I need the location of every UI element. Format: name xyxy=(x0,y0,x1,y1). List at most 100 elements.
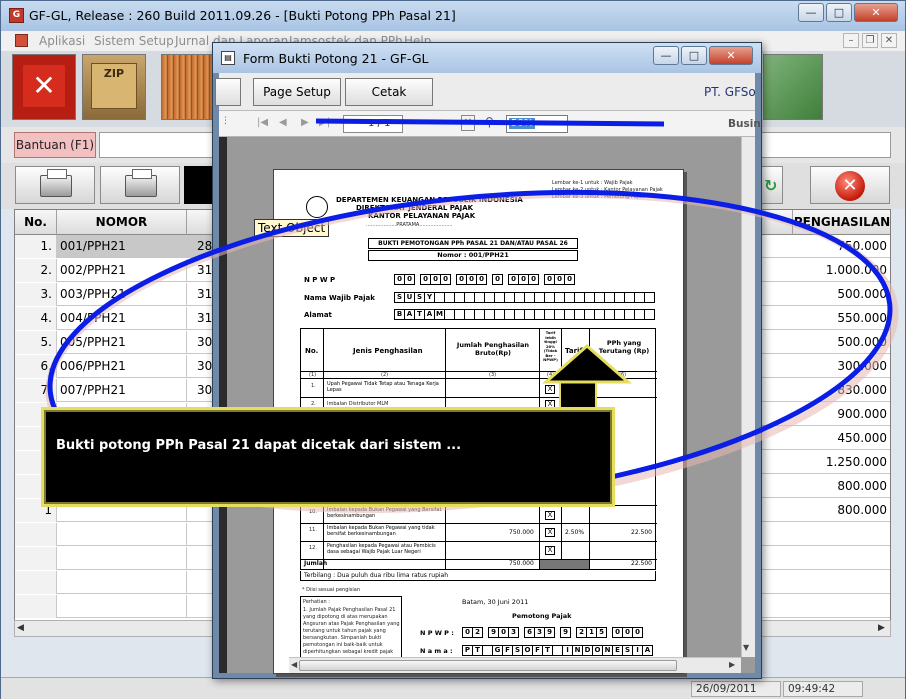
row-nomor-cell: 004/PPH21 xyxy=(57,307,187,330)
close-button[interactable]: ✕ xyxy=(854,3,898,22)
annotation-callout: Bukti potong PPh Pasal 21 dapat dicetak … xyxy=(41,407,615,507)
last-page-icon[interactable]: ▶| xyxy=(319,117,330,128)
cancel-button[interactable]: ✕ xyxy=(810,166,890,204)
page-number-field[interactable]: 1 / 1 xyxy=(343,115,403,133)
row-no-cell: 1. xyxy=(15,235,57,258)
preview-horizontal-scrollbar[interactable]: ◀ ▶ xyxy=(289,657,741,673)
money-tool-button[interactable] xyxy=(763,54,823,120)
page-setup-button[interactable]: Page Setup xyxy=(253,78,341,106)
row-1-check: X xyxy=(545,385,555,394)
lampiran-1: Lembar ke-1 untuk : Wajib Pajak xyxy=(552,180,633,186)
row-11-no: 11. xyxy=(309,527,317,533)
database-tool-button[interactable] xyxy=(161,54,217,120)
form-window-icon: ▤ xyxy=(221,51,235,65)
form-minimize-button[interactable]: — xyxy=(653,46,679,65)
form-button-bar: Page Setup Cetak PT. GFSo xyxy=(215,73,756,111)
print-button[interactable] xyxy=(100,166,180,204)
busin-label: Busin xyxy=(728,118,761,130)
row-nomor-cell: 001/PPH21 xyxy=(57,235,187,258)
menu-sistem-setup[interactable]: Sistem Setup xyxy=(94,34,174,48)
black-button[interactable] xyxy=(184,166,214,204)
char-box: 0 xyxy=(528,274,539,285)
row-10-text: Imbalan kepada Bukan Pegawai yang Bersif… xyxy=(327,507,442,519)
row-11-text: Imbalan kepada Bukan Pegawai yang tidak … xyxy=(327,525,435,537)
char-box: 3 xyxy=(508,627,519,638)
header-penghasilan[interactable]: PENGHASILAN xyxy=(793,210,890,235)
header-no[interactable]: No. xyxy=(15,210,57,235)
hscroll-left-icon[interactable]: ◀ xyxy=(291,660,297,669)
row-penghasilan-cell: 800.000 xyxy=(793,475,890,498)
status-bar: 26/09/2011 09:49:42 xyxy=(1,677,905,699)
col-num-2: (2) xyxy=(381,372,389,378)
jumlah-shaded xyxy=(540,560,589,569)
exit-tool-button[interactable]: ✕ xyxy=(12,54,76,120)
row-nomor-cell: 007/PPH21 xyxy=(57,379,187,402)
form-window: ▤ Form Bukti Potong 21 - GF-GL — □ ✕ Pag… xyxy=(212,42,762,679)
main-title-bar: G GF-GL, Release : 260 Build 2011.09.26 … xyxy=(1,1,905,31)
first-page-icon[interactable]: |◀ xyxy=(257,117,268,128)
prev-page-icon[interactable]: ◀ xyxy=(279,117,287,128)
perhatian-line: 1. Jumlah Pajak Penghasilan Pasal 21 xyxy=(303,607,396,613)
row-penghasilan-cell: 550.000 xyxy=(793,307,890,330)
mdi-minimize-button[interactable]: – xyxy=(843,33,859,48)
tbl-hline-r11 xyxy=(301,523,657,524)
lampiran-2: Lembar ke-2 untuk : Kantor Pelayanan Paj… xyxy=(552,187,663,193)
npwp-pemotong-label: N P W P : xyxy=(420,629,454,637)
header-nomor[interactable]: NOMOR xyxy=(57,210,187,235)
row-no-cell: 5. xyxy=(15,331,57,354)
footnote: * Diisi sesuai pengisian xyxy=(302,587,361,593)
text-object-tooltip: Text Object xyxy=(254,219,330,237)
mdi-doc-icon[interactable] xyxy=(15,34,28,47)
row-nomor-cell xyxy=(57,571,187,594)
report-dirjen: DIREKTORAT JENDERAL PAJAK xyxy=(356,204,474,212)
preview-vertical-scrollbar[interactable]: ▼ xyxy=(741,137,755,657)
tbl-hline-jumlah xyxy=(301,559,657,560)
bantuan-button[interactable]: Bantuan (F1) xyxy=(14,132,96,158)
row-penghasilan-cell: 900.000 xyxy=(793,403,890,426)
binoculars-icon[interactable]: ⚲ xyxy=(485,115,494,129)
window-title: GF-GL, Release : 260 Build 2011.09.26 - … xyxy=(29,8,456,23)
jumlah-label: Jumlah xyxy=(304,560,328,567)
row-penghasilan-cell xyxy=(793,547,890,570)
tree-icon[interactable]: ⋮ xyxy=(221,116,230,130)
perhatian-line: Angsuran atas Pajak Penghasilan yang xyxy=(303,621,400,627)
scroll-left-icon[interactable]: ◀ xyxy=(17,623,24,633)
scroll-right-icon[interactable]: ▶ xyxy=(878,623,885,633)
char-box: 5 xyxy=(596,627,607,638)
col-num-5: (5) xyxy=(571,372,579,378)
close-preview-icon[interactable]: ✕ xyxy=(461,115,475,131)
report-pratama: ...................PRATAMA..............… xyxy=(366,222,453,228)
refresh-button[interactable]: ↻ xyxy=(761,166,783,204)
mdi-restore-button[interactable]: ❐ xyxy=(862,33,878,48)
money-icon xyxy=(764,55,822,119)
form-maximize-button[interactable]: □ xyxy=(681,46,707,65)
hidden-left-button[interactable] xyxy=(215,78,241,106)
form-close-button[interactable]: ✕ xyxy=(709,46,753,65)
scroll-down-icon[interactable]: ▼ xyxy=(743,643,749,652)
report-dept: DEPARTEMEN KEUANGAN REPUBLIK INDONESIA xyxy=(336,196,523,204)
mdi-close-button[interactable]: ✕ xyxy=(881,33,897,48)
row-1-no: 1. xyxy=(311,383,316,389)
print-user-button[interactable] xyxy=(15,166,95,204)
row-10-check: X xyxy=(545,511,555,520)
zip-tool-button[interactable]: ZIP xyxy=(82,54,146,120)
hscroll-right-icon[interactable]: ▶ xyxy=(729,660,735,669)
close-red-x-icon: ✕ xyxy=(23,65,65,107)
row-nomor-cell: 002/PPH21 xyxy=(57,259,187,282)
row-penghasilan-cell: 300.000 xyxy=(793,355,890,378)
menu-aplikasi[interactable]: Aplikasi xyxy=(39,34,85,48)
zoom-value: 50% xyxy=(509,118,536,129)
next-page-icon[interactable]: ▶ xyxy=(301,117,309,128)
row-no-cell: 3. xyxy=(15,283,57,306)
doc-nomor: Nomor : 001/PPH21 xyxy=(368,250,578,261)
row-11-pph: 22.500 xyxy=(631,529,652,536)
maximize-button[interactable]: □ xyxy=(826,3,852,22)
hscroll-thumb[interactable] xyxy=(299,660,677,671)
cetak-button[interactable]: Cetak xyxy=(345,78,433,106)
database-icon xyxy=(162,55,216,119)
tbl-hline-nums xyxy=(301,378,657,379)
char-box: 0 xyxy=(440,274,451,285)
zoom-select[interactable]: 50% xyxy=(506,115,568,133)
minimize-button[interactable]: — xyxy=(798,3,824,22)
nama-label: Nama Wajib Pajak xyxy=(304,294,375,302)
